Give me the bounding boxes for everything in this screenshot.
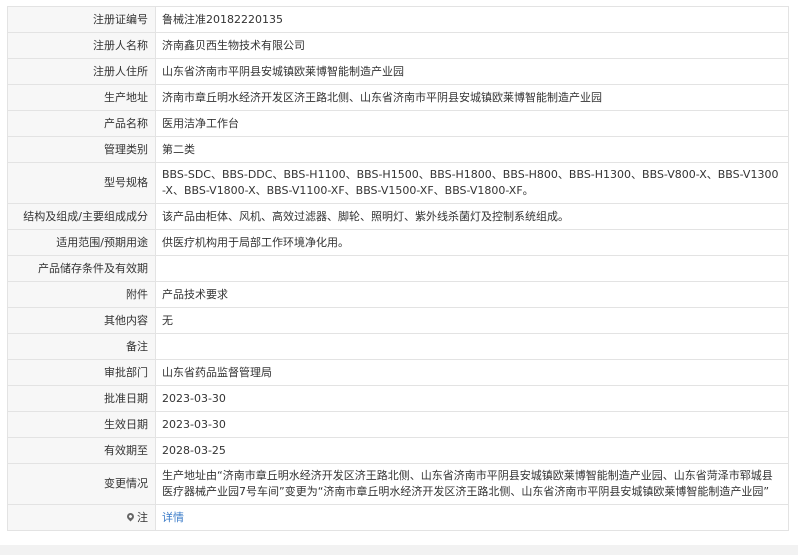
row-model: 型号规格 BBS-SDC、BBS-DDC、BBS-H1100、BBS-H1500… bbox=[7, 162, 789, 204]
cert-no-label: 注册证编号 bbox=[7, 6, 156, 33]
storage-value bbox=[155, 255, 789, 282]
details-link[interactable]: 详情 bbox=[162, 511, 184, 524]
map-pin-icon bbox=[125, 511, 136, 521]
row-expiry-date: 有效期至 2028-03-25 bbox=[7, 437, 789, 464]
approval-date-value: 2023-03-30 bbox=[155, 385, 789, 412]
row-product-name: 产品名称 医用洁净工作台 bbox=[7, 110, 789, 137]
storage-label: 产品储存条件及有效期 bbox=[7, 255, 156, 282]
cert-no-value: 鲁械注准20182220135 bbox=[155, 6, 789, 33]
remarks-label: 备注 bbox=[7, 333, 156, 360]
row-remarks: 备注 bbox=[7, 333, 789, 360]
other-label: 其他内容 bbox=[7, 307, 156, 334]
row-effective-date: 生效日期 2023-03-30 bbox=[7, 411, 789, 438]
row-approval-dept: 审批部门 山东省药品监督管理局 bbox=[7, 359, 789, 386]
note-label: 注 bbox=[137, 510, 148, 524]
row-storage: 产品储存条件及有效期 bbox=[7, 255, 789, 282]
other-value: 无 bbox=[155, 307, 789, 334]
attachment-value: 产品技术要求 bbox=[155, 281, 789, 308]
approval-dept-label: 审批部门 bbox=[7, 359, 156, 386]
note-value: 详情 bbox=[155, 504, 789, 531]
registrant-name-value: 济南鑫贝西生物技术有限公司 bbox=[155, 32, 789, 59]
row-registrant-address: 注册人住所 山东省济南市平阴县安城镇欧莱博智能制造产业园 bbox=[7, 58, 789, 85]
model-value: BBS-SDC、BBS-DDC、BBS-H1100、BBS-H1500、BBS-… bbox=[155, 162, 789, 204]
production-address-value: 济南市章丘明水经济开发区济王路北侧、山东省济南市平阴县安城镇欧莱博智能制造产业园 bbox=[155, 84, 789, 111]
registrant-address-value: 山东省济南市平阴县安城镇欧莱博智能制造产业园 bbox=[155, 58, 789, 85]
note-label-cell: 注 bbox=[7, 504, 156, 531]
registrant-name-label: 注册人名称 bbox=[7, 32, 156, 59]
changes-label: 变更情况 bbox=[7, 463, 156, 505]
effective-date-value: 2023-03-30 bbox=[155, 411, 789, 438]
model-label: 型号规格 bbox=[7, 162, 156, 204]
effective-date-label: 生效日期 bbox=[7, 411, 156, 438]
expiry-date-label: 有效期至 bbox=[7, 437, 156, 464]
production-address-label: 生产地址 bbox=[7, 84, 156, 111]
row-attachment: 附件 产品技术要求 bbox=[7, 281, 789, 308]
scope-label: 适用范围/预期用途 bbox=[7, 229, 156, 256]
structure-label: 结构及组成/主要组成成分 bbox=[7, 203, 156, 230]
attachment-label: 附件 bbox=[7, 281, 156, 308]
row-registrant-name: 注册人名称 济南鑫贝西生物技术有限公司 bbox=[7, 32, 789, 59]
product-name-label: 产品名称 bbox=[7, 110, 156, 137]
structure-value: 该产品由柜体、风机、高效过滤器、脚轮、照明灯、紫外线杀菌灯及控制系统组成。 bbox=[155, 203, 789, 230]
registrant-address-label: 注册人住所 bbox=[7, 58, 156, 85]
approval-date-label: 批准日期 bbox=[7, 385, 156, 412]
row-production-address: 生产地址 济南市章丘明水经济开发区济王路北侧、山东省济南市平阴县安城镇欧莱博智能… bbox=[7, 84, 789, 111]
category-label: 管理类别 bbox=[7, 136, 156, 163]
scope-value: 供医疗机构用于局部工作环境净化用。 bbox=[155, 229, 789, 256]
bottom-shade bbox=[0, 545, 798, 555]
row-note: 注 详情 bbox=[7, 504, 789, 531]
changes-value: 生产地址由“济南市章丘明水经济开发区济王路北侧、山东省济南市平阴县安城镇欧莱博智… bbox=[155, 463, 789, 505]
category-value: 第二类 bbox=[155, 136, 789, 163]
row-changes: 变更情况 生产地址由“济南市章丘明水经济开发区济王路北侧、山东省济南市平阴县安城… bbox=[7, 463, 789, 505]
row-scope: 适用范围/预期用途 供医疗机构用于局部工作环境净化用。 bbox=[7, 229, 789, 256]
remarks-value bbox=[155, 333, 789, 360]
registration-detail-table: 注册证编号 鲁械注准20182220135 注册人名称 济南鑫贝西生物技术有限公… bbox=[7, 6, 789, 531]
row-approval-date: 批准日期 2023-03-30 bbox=[7, 385, 789, 412]
row-other: 其他内容 无 bbox=[7, 307, 789, 334]
expiry-date-value: 2028-03-25 bbox=[155, 437, 789, 464]
row-cert-no: 注册证编号 鲁械注准20182220135 bbox=[7, 6, 789, 33]
row-structure: 结构及组成/主要组成成分 该产品由柜体、风机、高效过滤器、脚轮、照明灯、紫外线杀… bbox=[7, 203, 789, 230]
product-name-value: 医用洁净工作台 bbox=[155, 110, 789, 137]
approval-dept-value: 山东省药品监督管理局 bbox=[155, 359, 789, 386]
row-category: 管理类别 第二类 bbox=[7, 136, 789, 163]
